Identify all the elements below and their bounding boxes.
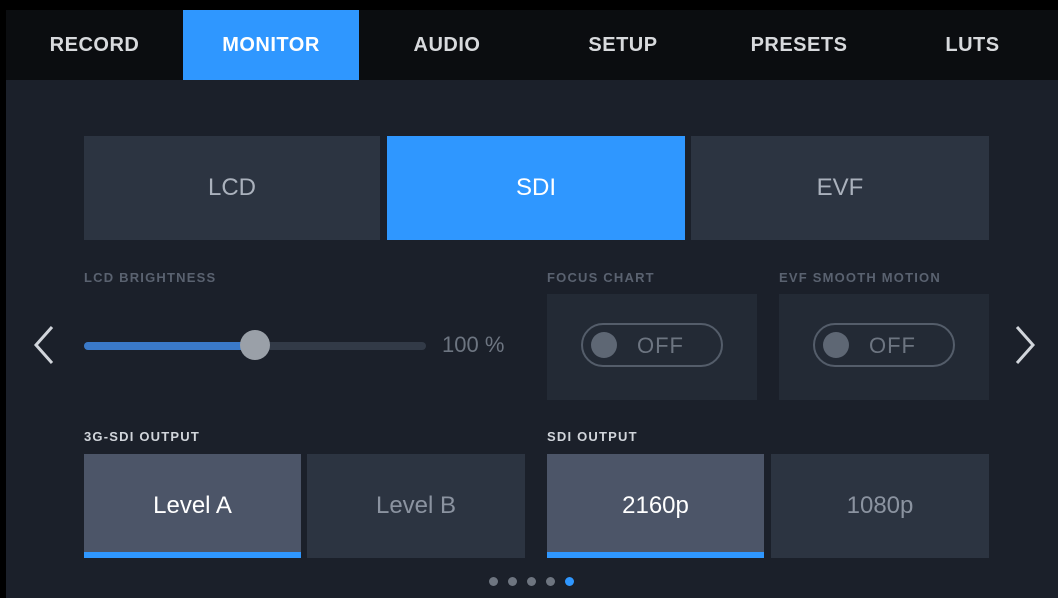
tab-record[interactable]: RECORD <box>6 10 183 80</box>
focus-chart-panel: OFF <box>547 294 757 400</box>
focus-chart-state: OFF <box>637 333 684 358</box>
page-dot-3[interactable] <box>527 577 536 586</box>
focus-chart-label: FOCUS CHART <box>547 270 655 285</box>
sdi-1080p-button[interactable]: 1080p <box>771 454 989 558</box>
sdi-output-label: SDI OUTPUT <box>547 429 638 444</box>
slider-fill <box>84 342 255 350</box>
top-nav: RECORD MONITOR AUDIO SETUP PRESETS LUTS <box>6 10 1058 80</box>
toggle-knob <box>591 332 617 358</box>
page-dot-2[interactable] <box>508 577 517 586</box>
chevron-right-icon[interactable] <box>1009 323 1039 367</box>
sdi-2160p-label: 2160p <box>622 492 689 519</box>
level-a-label: Level A <box>153 492 232 519</box>
tab-presets[interactable]: PRESETS <box>711 10 887 80</box>
selected-indicator <box>547 552 764 558</box>
page-dot-1[interactable] <box>489 577 498 586</box>
page-indicator <box>489 577 574 587</box>
page-dot-5[interactable] <box>565 577 574 586</box>
tab-audio[interactable]: AUDIO <box>359 10 535 80</box>
tab-setup[interactable]: SETUP <box>535 10 711 80</box>
output-lcd-button[interactable]: LCD <box>84 136 380 240</box>
lcd-brightness-label: LCD BRIGHTNESS <box>84 270 217 285</box>
output-evf-button[interactable]: EVF <box>691 136 989 240</box>
evf-smooth-motion-state: OFF <box>869 333 916 358</box>
sdi-1080p-label: 1080p <box>846 492 914 519</box>
slider-thumb[interactable] <box>240 330 270 360</box>
lcd-brightness-value: 100 % <box>442 332 505 357</box>
monitor-settings-screen: RECORD MONITOR AUDIO SETUP PRESETS LUTS … <box>6 10 1058 598</box>
output-sdi-button[interactable]: SDI <box>387 136 685 240</box>
3g-sdi-output-label: 3G-SDI OUTPUT <box>84 429 200 444</box>
evf-smooth-motion-panel: OFF <box>779 294 989 400</box>
selected-indicator <box>84 552 301 558</box>
level-b-label: Level B <box>375 492 457 519</box>
tab-monitor[interactable]: MONITOR <box>183 10 359 80</box>
focus-chart-toggle[interactable]: OFF <box>581 323 723 367</box>
page-dot-4[interactable] <box>546 577 555 586</box>
toggle-knob <box>823 332 849 358</box>
lcd-brightness-slider[interactable] <box>84 330 426 360</box>
evf-smooth-motion-toggle[interactable]: OFF <box>813 323 955 367</box>
evf-smooth-motion-label: EVF SMOOTH MOTION <box>779 270 941 285</box>
level-b-button[interactable]: Level B <box>307 454 525 558</box>
level-a-button[interactable]: Level A <box>84 454 301 558</box>
tab-luts[interactable]: LUTS <box>887 10 1058 80</box>
chevron-left-icon[interactable] <box>30 323 60 367</box>
sdi-2160p-button[interactable]: 2160p <box>547 454 764 558</box>
